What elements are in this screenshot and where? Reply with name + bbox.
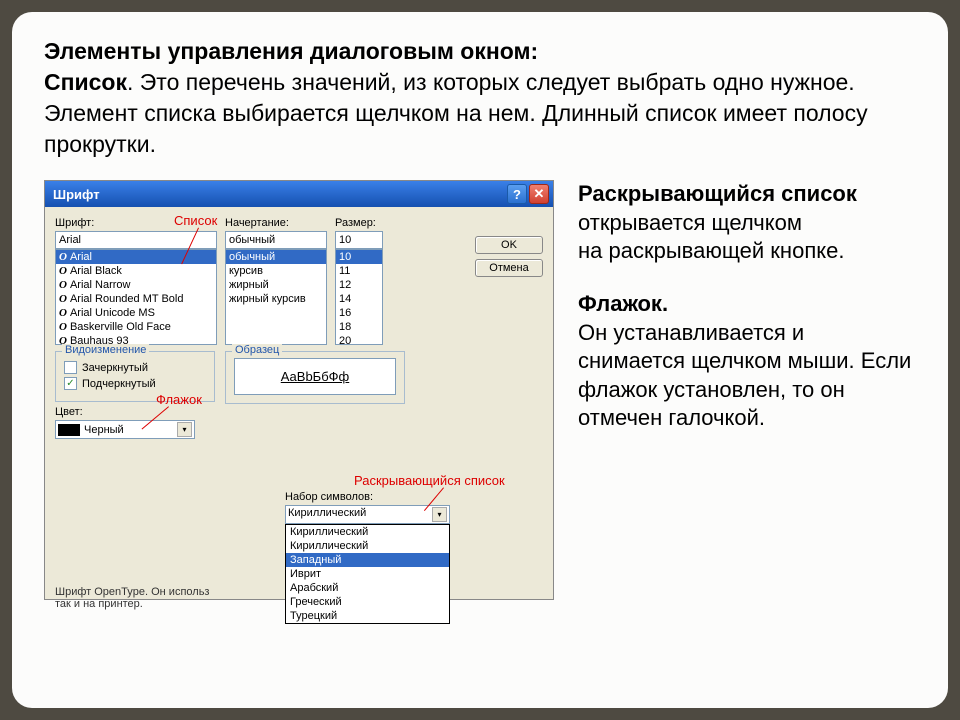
callout-list: Список	[174, 213, 217, 228]
strikethrough-label: Зачеркнутый	[82, 362, 148, 374]
color-swatch-icon	[58, 424, 80, 436]
chevron-down-icon[interactable]: ▾	[432, 507, 447, 522]
list-item[interactable]: Кириллический	[286, 525, 449, 539]
dialog-title: Шрифт	[49, 187, 505, 202]
font-icon: O	[59, 307, 67, 319]
list-item[interactable]: Западный	[286, 553, 449, 567]
underline-checkbox[interactable]: ✓	[64, 377, 77, 390]
list-term: Список	[44, 69, 127, 95]
chevron-down-icon[interactable]: ▾	[177, 422, 192, 437]
font-icon: O	[59, 321, 67, 333]
sample-text: АаBbБбФф	[234, 358, 396, 395]
help-button[interactable]: ?	[507, 184, 527, 204]
list-item[interactable]: Греческий	[286, 595, 449, 609]
titlebar[interactable]: Шрифт ? ✕	[45, 181, 553, 207]
list-item[interactable]: 11	[336, 264, 382, 278]
list-item[interactable]: 16	[336, 306, 382, 320]
close-button[interactable]: ✕	[529, 184, 549, 204]
checkbox-description: Флажок. Он устанавливается и снимается щ…	[578, 290, 916, 433]
list-item[interactable]: жирный курсив	[226, 292, 326, 306]
style-listbox[interactable]: обычный курсив жирный жирный курсив	[225, 249, 327, 345]
strikethrough-checkbox[interactable]	[64, 361, 77, 374]
dropdown-description: Раскрывающийся список открывается щелчко…	[578, 180, 916, 266]
list-item[interactable]: обычный	[226, 250, 326, 264]
font-icon: O	[59, 279, 67, 291]
callout-dropdown: Раскрывающийся список	[354, 473, 505, 488]
list-item[interactable]: Иврит	[286, 567, 449, 581]
size-input[interactable]: 10	[335, 231, 383, 249]
font-listbox[interactable]: OArial OArial Black OArial Narrow OArial…	[55, 249, 217, 345]
font-icon: O	[59, 293, 67, 305]
header-text: Элементы управления диалоговым окном: Сп…	[44, 36, 916, 160]
list-item[interactable]: жирный	[226, 278, 326, 292]
color-combo[interactable]: Черный ▾	[55, 420, 195, 439]
color-label: Цвет:	[55, 406, 215, 418]
style-input[interactable]: обычный	[225, 231, 327, 249]
size-label: Размер:	[335, 217, 383, 229]
size-listbox[interactable]: 10 11 12 14 16 18 20	[335, 249, 383, 345]
header-title: Элементы управления диалоговым окном:	[44, 38, 538, 64]
list-item[interactable]: Арабский	[286, 581, 449, 595]
underline-label: Подчеркнутый	[82, 378, 156, 390]
list-item[interactable]: OArial Black	[56, 264, 216, 278]
list-desc: . Это перечень значений, из которых след…	[44, 69, 868, 157]
sample-fieldset: Образец АаBbБбФф	[225, 351, 405, 404]
list-item[interactable]: OArial	[56, 250, 216, 264]
list-item[interactable]: OBaskerville Old Face	[56, 320, 216, 334]
list-item[interactable]: курсив	[226, 264, 326, 278]
list-item[interactable]: 20	[336, 334, 382, 345]
style-label: Начертание:	[225, 217, 327, 229]
footer-text: Шрифт OpenType. Он использтак и на принт…	[55, 586, 209, 610]
color-value: Черный	[84, 424, 177, 436]
modification-legend: Видоизменение	[62, 344, 149, 356]
dropdown-term: Раскрывающийся список	[578, 181, 857, 206]
list-item[interactable]: Кириллический	[286, 539, 449, 553]
list-item[interactable]: OArial Unicode MS	[56, 306, 216, 320]
cancel-button[interactable]: Отмена	[475, 259, 543, 277]
sample-legend: Образец	[232, 344, 282, 356]
font-icon: O	[59, 265, 67, 277]
list-item[interactable]: 18	[336, 320, 382, 334]
list-item[interactable]: OArial Rounded MT Bold	[56, 292, 216, 306]
list-item[interactable]: OArial Narrow	[56, 278, 216, 292]
list-item[interactable]: 10	[336, 250, 382, 264]
checkbox-term: Флажок.	[578, 291, 668, 316]
font-dialog: Шрифт ? ✕ Шрифт: Arial OArial OArial Bla…	[44, 180, 554, 600]
list-item[interactable]: 12	[336, 278, 382, 292]
charset-dropdown-list[interactable]: Кириллический Кириллический Западный Ивр…	[285, 524, 450, 624]
callout-checkbox: Флажок	[156, 392, 202, 407]
font-icon: O	[59, 251, 67, 263]
list-item[interactable]: Турецкий	[286, 609, 449, 623]
list-item[interactable]: 14	[336, 292, 382, 306]
ok-button[interactable]: OK	[475, 236, 543, 254]
